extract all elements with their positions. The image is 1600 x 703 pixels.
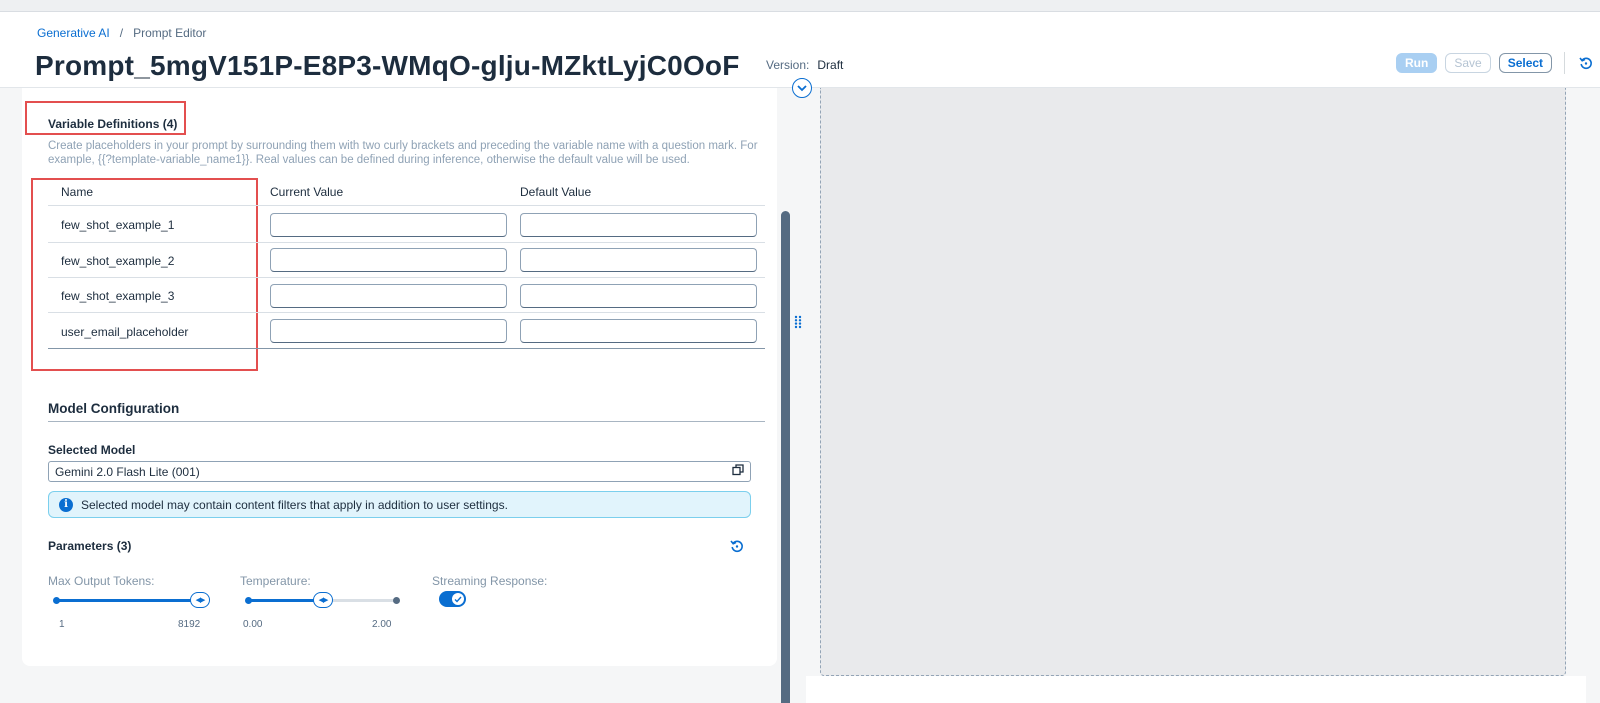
reset-icon[interactable] <box>1577 54 1595 72</box>
breadcrumb-current: Prompt Editor <box>133 26 207 40</box>
value-help-icon[interactable] <box>732 464 744 479</box>
collapse-header-button[interactable] <box>792 78 812 98</box>
row-divider <box>48 242 765 243</box>
slider-fill <box>56 599 201 602</box>
row-divider <box>48 277 765 278</box>
model-section-divider <box>48 421 765 422</box>
breadcrumb-generative-ai-link[interactable]: Generative AI <box>37 26 110 40</box>
version-label: Version: <box>766 58 810 72</box>
row-variable-name: user_email_placeholder <box>61 325 189 339</box>
temperature-label: Temperature: <box>240 574 311 588</box>
slider-start-dot <box>53 597 60 604</box>
header-divider <box>1564 52 1566 74</box>
version-value: Draft <box>817 58 844 72</box>
streaming-response-toggle[interactable] <box>439 591 466 607</box>
response-panel-footer <box>806 676 1586 703</box>
current-value-input[interactable] <box>270 319 507 343</box>
reset-parameters-icon[interactable] <box>730 539 744 558</box>
column-header-default: Default Value <box>520 185 592 199</box>
header-actions: Run Save Select <box>1396 52 1595 74</box>
select-button[interactable]: Select <box>1498 53 1553 73</box>
row-variable-name: few_shot_example_3 <box>61 289 175 303</box>
default-value-input[interactable] <box>520 248 757 272</box>
model-configuration-title: Model Configuration <box>48 401 180 416</box>
page-title: Prompt_5mgV151P-E8P3-WMqO-glju-MZktLyjC0… <box>35 50 740 81</box>
page-header: Generative AI / Prompt Editor Prompt_5mg… <box>0 12 1600 88</box>
streaming-response-label: Streaming Response: <box>432 574 548 588</box>
variable-definitions-title: Variable Definitions (4) <box>48 117 178 131</box>
row-variable-name: few_shot_example_2 <box>61 254 175 268</box>
current-value-input[interactable] <box>270 213 507 237</box>
toggle-knob <box>452 593 464 605</box>
breadcrumb-separator: / <box>119 26 124 40</box>
save-button[interactable]: Save <box>1445 53 1491 73</box>
default-value-input[interactable] <box>520 284 757 308</box>
max-output-tokens-label: Max Output Tokens: <box>48 574 155 588</box>
column-header-current: Current Value <box>270 185 344 199</box>
response-panel <box>820 88 1566 676</box>
selected-model-field[interactable]: Gemini 2.0 Flash Lite (001) <box>48 461 751 482</box>
column-header-name: Name <box>61 185 94 199</box>
top-bar <box>0 0 1600 12</box>
current-value-input[interactable] <box>270 248 507 272</box>
splitter-grip-icon[interactable] <box>794 315 802 332</box>
info-icon: i <box>59 497 73 512</box>
panel-scrollbar[interactable] <box>781 211 790 703</box>
variable-description: Create placeholders in your prompt by su… <box>48 140 758 166</box>
content-filter-info-strip: i Selected model may contain content fil… <box>48 491 751 518</box>
row-variable-name: few_shot_example_1 <box>61 218 175 232</box>
selected-model-label: Selected Model <box>48 443 136 457</box>
default-value-input[interactable] <box>520 319 757 343</box>
parameters-title: Parameters (3) <box>48 539 132 553</box>
info-strip-text: Selected model may contain content filte… <box>81 497 508 512</box>
temperature-max: 2.00 <box>372 619 392 630</box>
selected-model-value: Gemini 2.0 Flash Lite (001) <box>55 464 200 479</box>
breadcrumb: Generative AI / Prompt Editor <box>37 26 206 40</box>
checkmark-icon <box>454 590 462 608</box>
temperature-min: 0.00 <box>243 619 263 630</box>
slider-start-dot <box>245 597 252 604</box>
max-tokens-max: 8192 <box>178 619 201 630</box>
slider-handle[interactable]: ◀▶ <box>190 592 210 608</box>
table-header-divider <box>48 205 765 206</box>
run-button[interactable]: Run <box>1396 53 1438 73</box>
version-info: Version: Draft <box>766 58 843 72</box>
chevron-down-icon <box>797 79 807 97</box>
name-column-highlight <box>31 178 258 371</box>
current-value-input[interactable] <box>270 284 507 308</box>
default-value-input[interactable] <box>520 213 757 237</box>
max-tokens-min: 1 <box>59 619 65 630</box>
slider-fill <box>248 599 322 602</box>
row-divider <box>48 312 765 313</box>
slider-handle[interactable]: ◀▶ <box>313 592 333 608</box>
table-bottom-divider <box>48 348 765 349</box>
slider-end-dot <box>393 597 400 604</box>
